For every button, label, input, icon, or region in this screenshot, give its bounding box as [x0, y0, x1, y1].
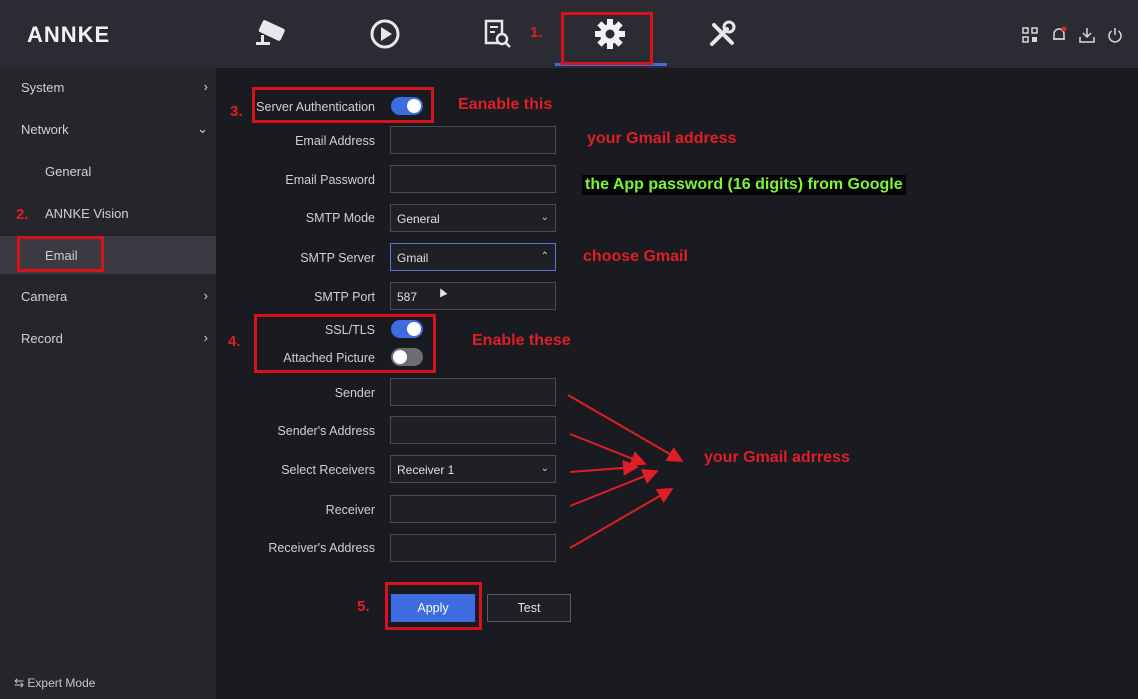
arrow-receiver [569, 469, 659, 507]
arrow-sender [567, 394, 684, 463]
arrow-select-receivers [569, 459, 639, 476]
annotation-arrows [567, 394, 684, 549]
arrow-receivers-address [569, 487, 674, 549]
arrow-senders-address [569, 433, 647, 467]
